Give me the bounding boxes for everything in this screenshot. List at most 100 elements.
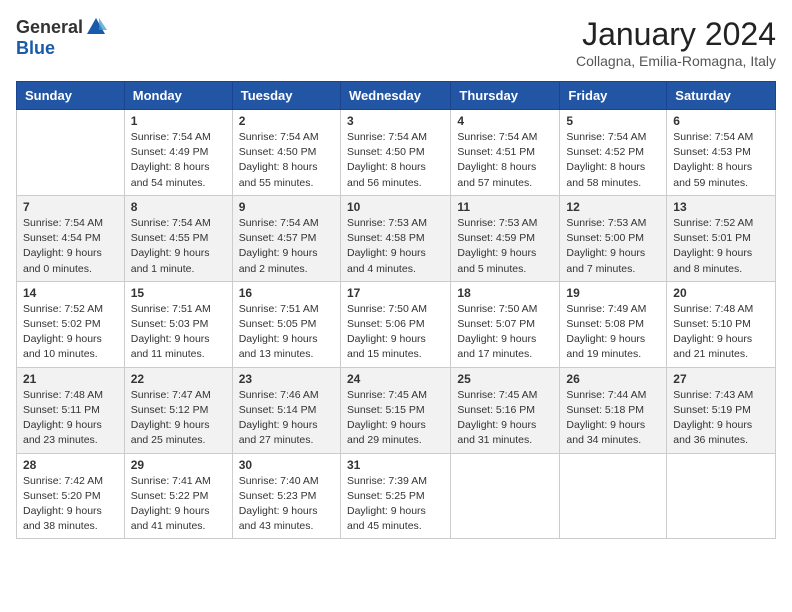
day-number: 29 bbox=[131, 458, 226, 472]
cell-info: Sunrise: 7:54 AM Sunset: 4:53 PM Dayligh… bbox=[673, 130, 769, 191]
day-number: 16 bbox=[239, 286, 334, 300]
calendar-cell: 10Sunrise: 7:53 AM Sunset: 4:58 PM Dayli… bbox=[340, 195, 450, 281]
day-number: 8 bbox=[131, 200, 226, 214]
day-number: 19 bbox=[566, 286, 660, 300]
calendar-week-row: 14 Sunrise: 7:52 AM Sunset: 5:02 PM Dayli… bbox=[17, 281, 776, 367]
column-header-thursday: Thursday bbox=[451, 82, 560, 110]
day-number: 15 bbox=[131, 286, 226, 300]
day-number: 3 bbox=[347, 114, 444, 128]
cell-info: Sunrise: 7:45 AM Sunset: 5:15 PM Dayligh… bbox=[347, 388, 444, 449]
day-number: 18 bbox=[457, 286, 553, 300]
day-number: 6 bbox=[673, 114, 769, 128]
cell-info: Sunrise: 7:54 AM Sunset: 4:50 PM Dayligh… bbox=[347, 130, 444, 191]
calendar-cell bbox=[451, 453, 560, 539]
calendar-week-row: 28 Sunrise: 7:42 AM Sunset: 5:20 PM Dayli… bbox=[17, 453, 776, 539]
calendar-cell: 7Sunrise: 7:54 AM Sunset: 4:54 PM Daylig… bbox=[17, 195, 125, 281]
day-number: 25 bbox=[457, 372, 553, 386]
column-header-friday: Friday bbox=[560, 82, 667, 110]
cell-info: Sunrise: 7:48 AM Sunset: 5:10 PM Dayligh… bbox=[673, 302, 769, 363]
day-number: 20 bbox=[673, 286, 769, 300]
cell-info: Sunrise: 7:54 AM Sunset: 4:49 PM Dayligh… bbox=[131, 130, 226, 191]
day-number: 30 bbox=[239, 458, 334, 472]
calendar-cell: 16 Sunrise: 7:51 AM Sunset: 5:05 PM Dayli… bbox=[232, 281, 340, 367]
calendar-cell: 13 Sunrise: 7:52 AM Sunset: 5:01 PM Dayli… bbox=[667, 195, 776, 281]
day-number: 17 bbox=[347, 286, 444, 300]
calendar-cell: 18 Sunrise: 7:50 AM Sunset: 5:07 PM Dayli… bbox=[451, 281, 560, 367]
calendar-cell: 12Sunrise: 7:53 AM Sunset: 5:00 PM Dayli… bbox=[560, 195, 667, 281]
calendar-cell: 2Sunrise: 7:54 AM Sunset: 4:50 PM Daylig… bbox=[232, 110, 340, 196]
calendar-cell: 21 Sunrise: 7:48 AM Sunset: 5:11 PM Dayli… bbox=[17, 367, 125, 453]
calendar-cell: 28 Sunrise: 7:42 AM Sunset: 5:20 PM Dayli… bbox=[17, 453, 125, 539]
calendar-cell: 5Sunrise: 7:54 AM Sunset: 4:52 PM Daylig… bbox=[560, 110, 667, 196]
column-header-monday: Monday bbox=[124, 82, 232, 110]
cell-info: Sunrise: 7:48 AM Sunset: 5:11 PM Dayligh… bbox=[23, 388, 118, 449]
calendar-cell: 11Sunrise: 7:53 AM Sunset: 4:59 PM Dayli… bbox=[451, 195, 560, 281]
day-number: 1 bbox=[131, 114, 226, 128]
logo-icon bbox=[85, 16, 107, 38]
calendar-cell: 8 Sunrise: 7:54 AM Sunset: 4:55 PM Daylig… bbox=[124, 195, 232, 281]
cell-info: Sunrise: 7:43 AM Sunset: 5:19 PM Dayligh… bbox=[673, 388, 769, 449]
day-number: 26 bbox=[566, 372, 660, 386]
calendar-cell: 17 Sunrise: 7:50 AM Sunset: 5:06 PM Dayli… bbox=[340, 281, 450, 367]
day-number: 22 bbox=[131, 372, 226, 386]
day-number: 23 bbox=[239, 372, 334, 386]
day-number: 11 bbox=[457, 200, 553, 214]
day-number: 24 bbox=[347, 372, 444, 386]
calendar-cell: 9 Sunrise: 7:54 AM Sunset: 4:57 PM Daylig… bbox=[232, 195, 340, 281]
cell-info: Sunrise: 7:41 AM Sunset: 5:22 PM Dayligh… bbox=[131, 474, 226, 535]
calendar-cell: 26 Sunrise: 7:44 AM Sunset: 5:18 PM Dayli… bbox=[560, 367, 667, 453]
day-number: 10 bbox=[347, 200, 444, 214]
cell-info: Sunrise: 7:40 AM Sunset: 5:23 PM Dayligh… bbox=[239, 474, 334, 535]
calendar-cell: 22 Sunrise: 7:47 AM Sunset: 5:12 PM Dayli… bbox=[124, 367, 232, 453]
day-number: 14 bbox=[23, 286, 118, 300]
calendar-week-row: 21 Sunrise: 7:48 AM Sunset: 5:11 PM Dayli… bbox=[17, 367, 776, 453]
day-number: 21 bbox=[23, 372, 118, 386]
location-title: Collagna, Emilia-Romagna, Italy bbox=[576, 53, 776, 69]
calendar-cell: 31 Sunrise: 7:39 AM Sunset: 5:25 PM Dayli… bbox=[340, 453, 450, 539]
cell-info: Sunrise: 7:52 AM Sunset: 5:02 PM Dayligh… bbox=[23, 302, 118, 363]
calendar-cell: 24 Sunrise: 7:45 AM Sunset: 5:15 PM Dayli… bbox=[340, 367, 450, 453]
column-header-saturday: Saturday bbox=[667, 82, 776, 110]
cell-info: Sunrise: 7:53 AM Sunset: 5:00 PM Dayligh… bbox=[566, 216, 660, 277]
cell-info: Sunrise: 7:42 AM Sunset: 5:20 PM Dayligh… bbox=[23, 474, 118, 535]
day-number: 2 bbox=[239, 114, 334, 128]
cell-info: Sunrise: 7:50 AM Sunset: 5:07 PM Dayligh… bbox=[457, 302, 553, 363]
calendar-cell: 19 Sunrise: 7:49 AM Sunset: 5:08 PM Dayli… bbox=[560, 281, 667, 367]
month-title: January 2024 bbox=[576, 16, 776, 53]
day-number: 9 bbox=[239, 200, 334, 214]
column-header-wednesday: Wednesday bbox=[340, 82, 450, 110]
day-number: 4 bbox=[457, 114, 553, 128]
calendar-cell: 25Sunrise: 7:45 AM Sunset: 5:16 PM Dayli… bbox=[451, 367, 560, 453]
calendar-cell: 27 Sunrise: 7:43 AM Sunset: 5:19 PM Dayli… bbox=[667, 367, 776, 453]
logo: General Blue bbox=[16, 16, 107, 59]
cell-info: Sunrise: 7:44 AM Sunset: 5:18 PM Dayligh… bbox=[566, 388, 660, 449]
calendar-header-row: SundayMondayTuesdayWednesdayThursdayFrid… bbox=[17, 82, 776, 110]
cell-info: Sunrise: 7:39 AM Sunset: 5:25 PM Dayligh… bbox=[347, 474, 444, 535]
day-number: 31 bbox=[347, 458, 444, 472]
cell-info: Sunrise: 7:52 AM Sunset: 5:01 PM Dayligh… bbox=[673, 216, 769, 277]
cell-info: Sunrise: 7:51 AM Sunset: 5:05 PM Dayligh… bbox=[239, 302, 334, 363]
calendar-cell: 1 Sunrise: 7:54 AM Sunset: 4:49 PM Daylig… bbox=[124, 110, 232, 196]
calendar-cell: 14 Sunrise: 7:52 AM Sunset: 5:02 PM Dayli… bbox=[17, 281, 125, 367]
calendar-cell: 3 Sunrise: 7:54 AM Sunset: 4:50 PM Daylig… bbox=[340, 110, 450, 196]
logo-blue-text: Blue bbox=[16, 38, 55, 59]
cell-info: Sunrise: 7:54 AM Sunset: 4:55 PM Dayligh… bbox=[131, 216, 226, 277]
day-number: 28 bbox=[23, 458, 118, 472]
calendar-week-row: 7Sunrise: 7:54 AM Sunset: 4:54 PM Daylig… bbox=[17, 195, 776, 281]
logo-general-text: General bbox=[16, 17, 83, 38]
calendar-week-row: 1 Sunrise: 7:54 AM Sunset: 4:49 PM Daylig… bbox=[17, 110, 776, 196]
day-number: 5 bbox=[566, 114, 660, 128]
cell-info: Sunrise: 7:47 AM Sunset: 5:12 PM Dayligh… bbox=[131, 388, 226, 449]
cell-info: Sunrise: 7:51 AM Sunset: 5:03 PM Dayligh… bbox=[131, 302, 226, 363]
cell-info: Sunrise: 7:54 AM Sunset: 4:57 PM Dayligh… bbox=[239, 216, 334, 277]
calendar-cell: 20 Sunrise: 7:48 AM Sunset: 5:10 PM Dayli… bbox=[667, 281, 776, 367]
cell-info: Sunrise: 7:54 AM Sunset: 4:54 PM Dayligh… bbox=[23, 216, 118, 277]
page-header: General Blue January 2024 Collagna, Emil… bbox=[16, 16, 776, 69]
calendar-table: SundayMondayTuesdayWednesdayThursdayFrid… bbox=[16, 81, 776, 539]
day-number: 13 bbox=[673, 200, 769, 214]
day-number: 27 bbox=[673, 372, 769, 386]
column-header-sunday: Sunday bbox=[17, 82, 125, 110]
calendar-cell bbox=[667, 453, 776, 539]
cell-info: Sunrise: 7:49 AM Sunset: 5:08 PM Dayligh… bbox=[566, 302, 660, 363]
cell-info: Sunrise: 7:50 AM Sunset: 5:06 PM Dayligh… bbox=[347, 302, 444, 363]
